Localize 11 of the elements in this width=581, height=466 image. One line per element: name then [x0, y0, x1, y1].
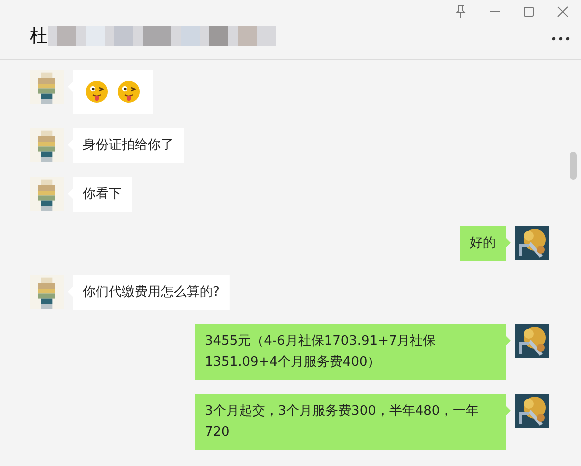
scrollbar[interactable] [570, 152, 577, 180]
message-text: 身份证拍给你了 [83, 138, 174, 153]
message-text: 你们代缴费用怎么算的? [83, 285, 220, 300]
message-text: 你看下 [83, 187, 122, 202]
window-title: 杜 [30, 25, 48, 48]
more-icon[interactable] [551, 36, 571, 42]
message-text: 3455元（4-6月社保1703.91+7月社保1351.09+4个月服务费400） [205, 334, 436, 370]
winking-face-icon [85, 80, 109, 104]
message-text: 好的 [470, 236, 496, 251]
winking-face-icon [117, 80, 141, 104]
message-text: 3个月起交，3个月服务费300，半年480，一年720 [205, 404, 480, 440]
